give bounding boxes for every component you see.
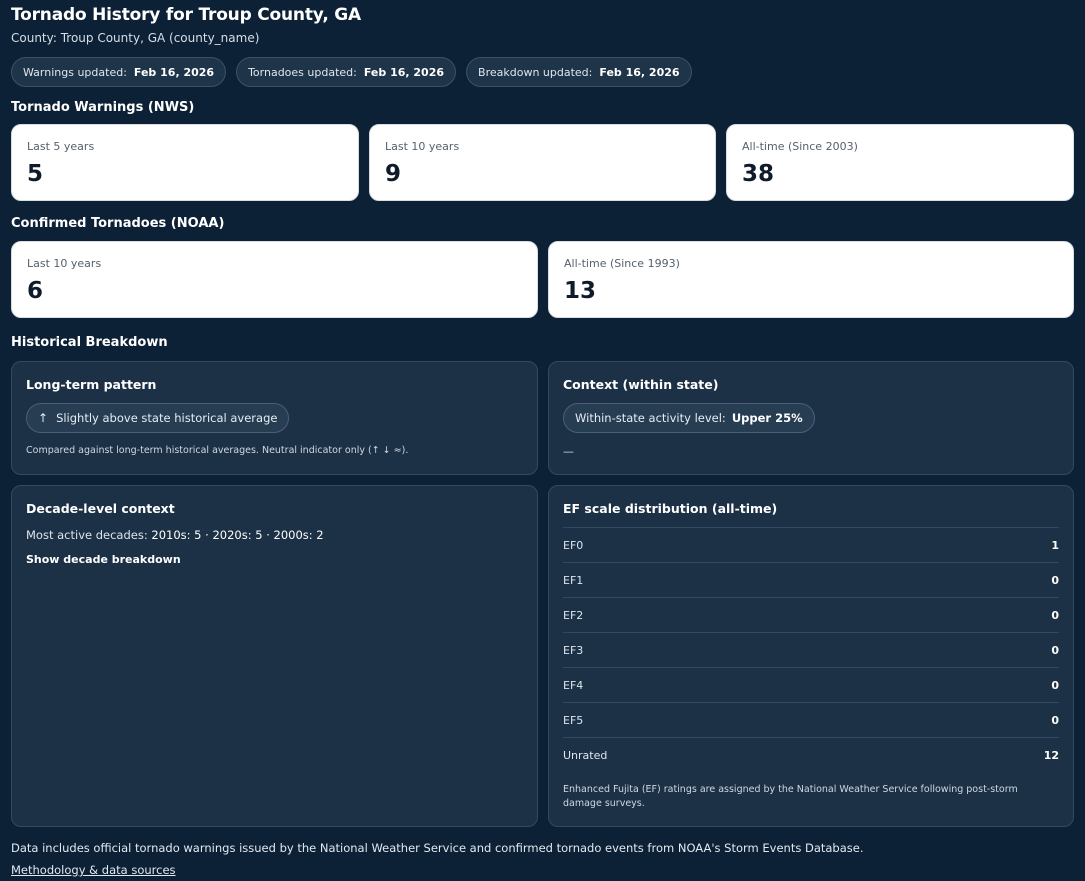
- chip-label: Tornadoes updated:: [248, 65, 357, 79]
- stat-label: All-time (Since 2003): [742, 140, 858, 153]
- most-active-decades: Most active decades: 2010s: 5 · 2020s: 5…: [26, 528, 324, 542]
- warnings-updated-chip: Warnings updated: Feb 16, 2026: [11, 57, 227, 87]
- panel-title: Context (within state): [563, 377, 719, 392]
- breakdown-updated-chip: Breakdown updated: Feb 16, 2026: [466, 57, 692, 87]
- stat-value: 5: [27, 161, 44, 187]
- show-decade-breakdown-toggle[interactable]: Show decade breakdown: [26, 553, 181, 566]
- warnings-last-10-card: Last 10 years 9: [369, 124, 716, 201]
- ef-count: 0: [1051, 713, 1059, 727]
- ef-count: 0: [1051, 608, 1059, 622]
- tornadoes-all-time-card: All-time (Since 1993) 13: [548, 241, 1074, 318]
- warnings-last-5-card: Last 5 years 5: [11, 124, 359, 201]
- ef-note: Enhanced Fujita (EF) ratings are assigne…: [563, 783, 1018, 811]
- county-subtitle: County: Troup County, GA (county_name): [11, 31, 260, 45]
- data-sources-note: Data includes official tornado warnings …: [11, 841, 864, 855]
- stat-label: All-time (Since 1993): [564, 257, 680, 270]
- breakdown-heading: Historical Breakdown: [11, 335, 168, 350]
- ef-row: Unrated 12: [563, 737, 1059, 772]
- stat-value: 38: [742, 161, 775, 187]
- ef-count: 0: [1051, 643, 1059, 657]
- panel-title: Decade-level context: [26, 501, 175, 516]
- pill-value: Upper 25%: [731, 411, 803, 425]
- decades-values: 2010s: 5 · 2020s: 5 · 2000s: 2: [151, 528, 324, 542]
- ef-note-line: damage surveys.: [563, 798, 645, 809]
- stat-label: Last 10 years: [27, 257, 102, 270]
- tornadoes-updated-chip: Tornadoes updated: Feb 16, 2026: [236, 57, 457, 87]
- ef-label: EF4: [563, 678, 584, 692]
- context-dash: —: [563, 445, 574, 458]
- ef-label: EF2: [563, 608, 584, 622]
- chip-label: Warnings updated:: [23, 65, 127, 79]
- ef-count: 1: [1051, 538, 1059, 552]
- stat-label: Last 10 years: [385, 140, 460, 153]
- long-term-pattern-panel: Long-term pattern ↑ Slightly above state…: [11, 361, 538, 475]
- panel-title: EF scale distribution (all-time): [563, 501, 778, 516]
- decades-prefix: Most active decades:: [26, 528, 152, 542]
- average-comparison-pill: ↑ Slightly above state historical averag…: [26, 403, 290, 433]
- activity-level-pill: Within-state activity level: Upper 25%: [563, 403, 815, 433]
- methodology-link[interactable]: Methodology & data sources: [11, 863, 176, 877]
- ef-row: EF0 1: [563, 527, 1059, 562]
- ef-count: 0: [1051, 573, 1059, 587]
- ef-distribution-panel: EF scale distribution (all-time) EF0 1 E…: [548, 485, 1074, 827]
- ef-count: 12: [1043, 748, 1059, 762]
- ef-row: EF3 0: [563, 632, 1059, 667]
- update-chips: Warnings updated: Feb 16, 2026 Tornadoes…: [11, 57, 692, 87]
- warnings-all-time-card: All-time (Since 2003) 38: [726, 124, 1074, 201]
- ef-label: Unrated: [563, 748, 608, 762]
- ef-label: EF5: [563, 713, 584, 727]
- stat-value: 6: [27, 278, 44, 304]
- panel-title: Long-term pattern: [26, 377, 157, 392]
- chip-value: Feb 16, 2026: [599, 65, 680, 79]
- state-context-panel: Context (within state) Within-state acti…: [548, 361, 1074, 475]
- warnings-heading: Tornado Warnings (NWS): [11, 100, 195, 115]
- ef-row: EF2 0: [563, 597, 1059, 632]
- ef-row: EF1 0: [563, 562, 1059, 597]
- ef-label: EF1: [563, 573, 584, 587]
- ef-label: EF0: [563, 538, 584, 552]
- page-title: Tornado History for Troup County, GA: [11, 5, 361, 25]
- chip-value: Feb 16, 2026: [363, 65, 445, 79]
- ef-row: EF4 0: [563, 667, 1059, 702]
- ef-note-line: Enhanced Fujita (EF) ratings are assigne…: [563, 784, 1018, 795]
- stat-label: Last 5 years: [27, 140, 95, 153]
- pattern-note: Compared against long-term historical av…: [26, 445, 409, 456]
- tornadoes-last-10-card: Last 10 years 6: [11, 241, 538, 318]
- ef-label: EF3: [563, 643, 584, 657]
- pill-label: Within-state activity level:: [575, 411, 726, 425]
- decade-context-panel: Decade-level context Most active decades…: [11, 485, 538, 827]
- arrow-up-icon: ↑: [38, 411, 49, 425]
- ef-row: EF5 0: [563, 702, 1059, 737]
- chip-label: Breakdown updated:: [478, 65, 593, 79]
- page: Tornado History for Troup County, GA Cou…: [0, 0, 1085, 881]
- ef-count: 0: [1051, 678, 1059, 692]
- stat-value: 13: [564, 278, 597, 304]
- stat-value: 9: [385, 161, 402, 187]
- tornadoes-heading: Confirmed Tornadoes (NOAA): [11, 216, 225, 231]
- pill-text: Slightly above state historical average: [56, 411, 278, 425]
- chip-value: Feb 16, 2026: [133, 65, 215, 79]
